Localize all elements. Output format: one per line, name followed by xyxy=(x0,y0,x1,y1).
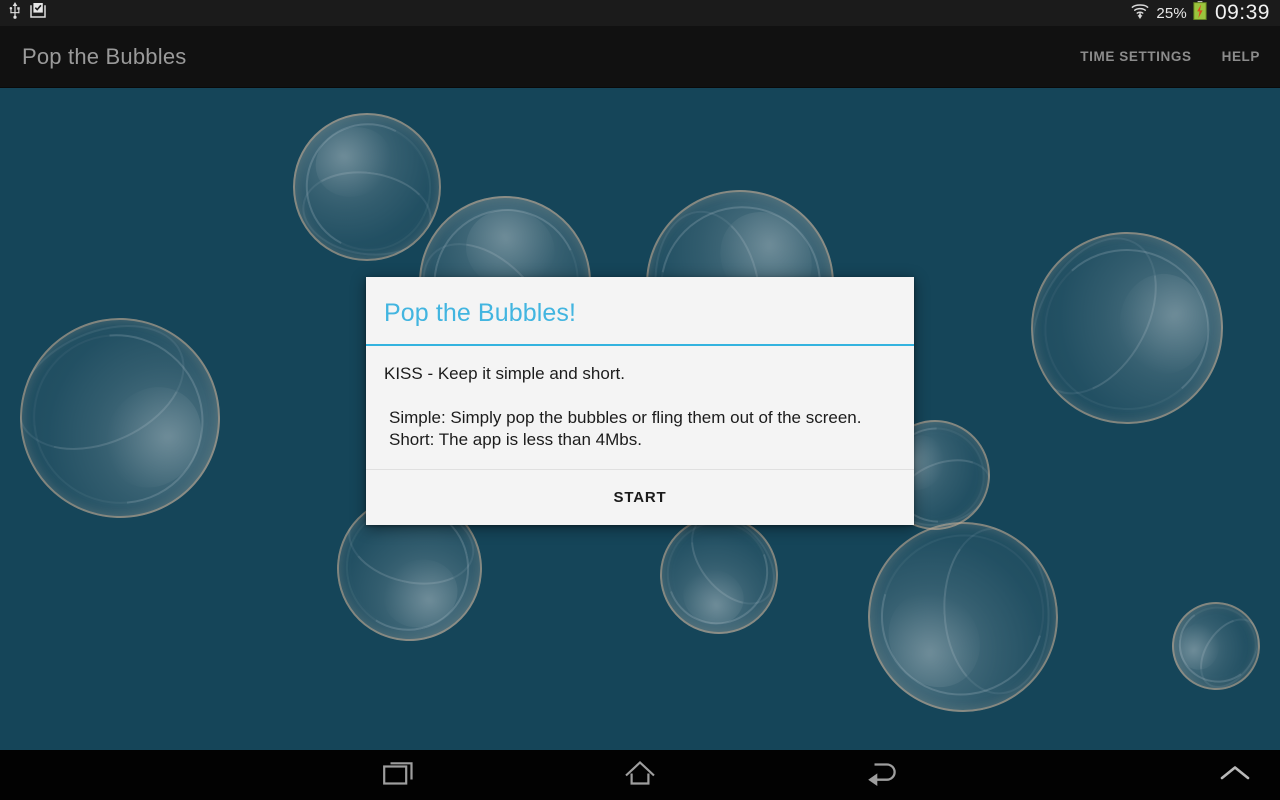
bubble-inner-arc xyxy=(296,163,438,261)
status-bar-right-cluster: 25% 09:39 xyxy=(1130,1,1270,25)
bubble[interactable] xyxy=(293,113,441,261)
dialog-message-line-2: Simple: Simply pop the bubbles or fling … xyxy=(389,408,862,427)
screenshot-saved-icon xyxy=(29,2,47,24)
bubble-highlight xyxy=(1178,623,1221,671)
recents-icon xyxy=(383,758,417,793)
home-icon xyxy=(622,758,658,793)
status-bar-left-icons xyxy=(8,2,47,24)
home-button[interactable] xyxy=(580,750,700,800)
recents-button[interactable] xyxy=(340,750,460,800)
bubble-highlight xyxy=(373,550,467,638)
bubble-inner-arc xyxy=(0,300,205,475)
back-icon xyxy=(865,758,899,793)
wifi-icon xyxy=(1130,2,1150,24)
system-navigation-bar xyxy=(0,750,1280,800)
bubble-highlight xyxy=(1116,271,1211,376)
dialog-title: Pop the Bubbles! xyxy=(384,299,577,327)
bubble-highlight xyxy=(675,561,752,633)
chevron-up-icon xyxy=(1218,762,1252,789)
bubble[interactable] xyxy=(1157,587,1275,705)
dialog-title-bar: Pop the Bubbles! xyxy=(366,277,914,346)
usb-icon xyxy=(8,2,22,24)
dialog-message-line-1: KISS - Keep it simple and short. xyxy=(384,364,625,383)
app-title: Pop the Bubbles xyxy=(22,43,187,69)
bubble[interactable] xyxy=(1002,203,1252,453)
bubble-highlight xyxy=(304,115,403,209)
action-bar: Pop the Bubbles TIME SETTINGS HELP xyxy=(0,26,1280,88)
bubble[interactable] xyxy=(0,280,258,556)
status-bar: 25% 09:39 xyxy=(0,0,1280,26)
help-button[interactable]: HELP xyxy=(1220,43,1262,70)
time-settings-button[interactable]: TIME SETTINGS xyxy=(1078,43,1193,70)
bubble-inner-arc xyxy=(1188,607,1273,699)
bubble-highlight xyxy=(86,368,221,507)
action-bar-actions: TIME SETTINGS HELP xyxy=(1078,43,1262,70)
dialog-action-bar: START xyxy=(366,470,914,525)
android-tablet-screen: 25% 09:39 Pop the Bubbles TIME SETTINGS … xyxy=(0,0,1280,800)
battery-percent-label: 25% xyxy=(1156,4,1187,22)
intro-dialog: Pop the Bubbles! KISS - Keep it simple a… xyxy=(366,277,914,525)
bubble[interactable] xyxy=(851,505,1075,729)
expand-button[interactable] xyxy=(1200,750,1270,800)
back-button[interactable] xyxy=(822,750,942,800)
dialog-message: KISS - Keep it simple and short. Simple:… xyxy=(366,346,914,470)
status-bar-clock: 09:39 xyxy=(1214,0,1270,24)
dialog-message-line-3: Short: The app is less than 4Mbs. xyxy=(389,430,642,449)
bubble-inner-arc xyxy=(939,524,1055,697)
start-button[interactable]: START xyxy=(584,479,697,516)
bubble-highlight xyxy=(870,574,999,706)
bubble-inner-arc xyxy=(1006,215,1183,416)
battery-charging-icon xyxy=(1193,1,1207,25)
